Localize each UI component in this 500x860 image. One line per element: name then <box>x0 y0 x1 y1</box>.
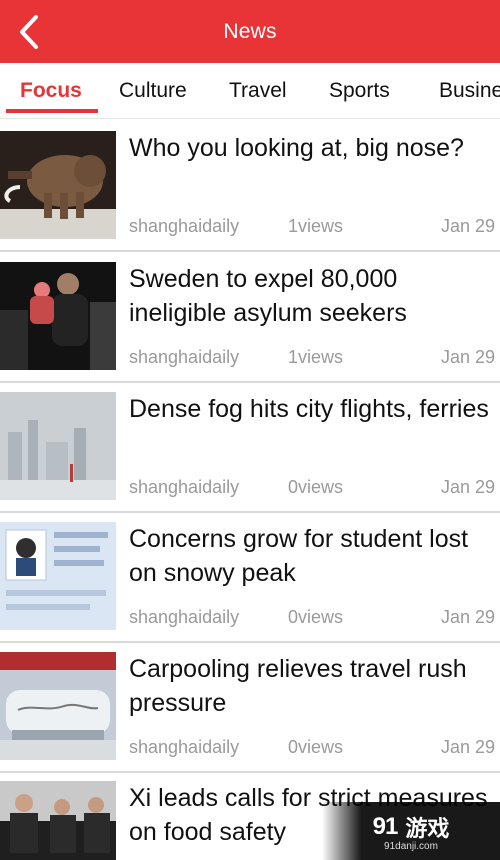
article-headline[interactable]: Concerns grow for student lost on snowy … <box>129 522 497 590</box>
article-meta: shanghaidaily 1views Jan 29 <box>129 347 495 369</box>
snowy-car-photo <box>0 652 116 760</box>
article-headline[interactable]: Dense fog hits city flights, ferries <box>129 392 497 426</box>
list-item[interactable]: Dense fog hits city flights, ferries sha… <box>0 392 500 513</box>
article-headline[interactable]: Carpooling relieves travel rush pressure <box>129 652 497 720</box>
article-views: 1views <box>288 216 344 236</box>
mammoth-photo <box>0 131 116 239</box>
watermark-url: 91danji.com <box>384 840 438 852</box>
article-thumbnail <box>0 262 116 370</box>
watermark: 91 游戏 91danji.com <box>322 802 500 860</box>
tab-sports[interactable]: Sports <box>329 63 390 118</box>
article-views: 0views <box>288 477 344 497</box>
active-tab-indicator <box>6 109 98 113</box>
article-source: shanghaidaily <box>129 477 240 497</box>
watermark-number: 91 <box>372 812 399 840</box>
article-thumbnail <box>0 652 116 760</box>
tab-travel[interactable]: Travel <box>229 63 287 118</box>
article-source: shanghaidaily <box>129 347 240 367</box>
list-item[interactable]: Who you looking at, big nose? shanghaida… <box>0 131 500 252</box>
article-headline[interactable]: Sweden to expel 80,000 ineligible asylum… <box>129 262 497 330</box>
article-meta: shanghaidaily 1views Jan 29 <box>129 216 495 238</box>
article-meta: shanghaidaily 0views Jan 29 <box>129 737 495 759</box>
tab-business[interactable]: Busine <box>439 63 500 118</box>
article-date: Jan 29 <box>440 737 495 757</box>
divider <box>0 381 500 383</box>
article-views: 0views <box>288 737 344 757</box>
article-date: Jan 29 <box>440 216 495 236</box>
article-date: Jan 29 <box>440 477 495 497</box>
divider <box>0 641 500 643</box>
article-meta: shanghaidaily 0views Jan 29 <box>129 477 495 499</box>
article-source: shanghaidaily <box>129 737 240 757</box>
article-thumbnail <box>0 131 116 239</box>
article-thumbnail <box>0 522 116 630</box>
meeting-photo <box>0 781 116 860</box>
article-date: Jan 29 <box>440 347 495 367</box>
student-id-photo <box>0 522 116 630</box>
foggy-city-photo <box>0 392 116 500</box>
article-views: 1views <box>288 347 344 367</box>
watermark-text: 游戏 <box>405 815 450 841</box>
page-title: News <box>223 19 277 43</box>
watermark-brand: 91 游戏 <box>373 811 450 843</box>
divider <box>0 771 500 773</box>
article-date: Jan 29 <box>440 607 495 627</box>
article-views: 0views <box>288 607 344 627</box>
app-header: News <box>0 0 500 63</box>
list-item[interactable]: Carpooling relieves travel rush pressure… <box>0 652 500 773</box>
article-thumbnail <box>0 392 116 500</box>
article-source: shanghaidaily <box>129 607 240 627</box>
article-headline[interactable]: Who you looking at, big nose? <box>129 131 497 165</box>
category-tabs: Focus Culture Travel Sports Busine <box>0 63 500 119</box>
article-meta: shanghaidaily 0views Jan 29 <box>129 607 495 629</box>
refugees-photo <box>0 262 116 370</box>
list-item[interactable]: Concerns grow for student lost on snowy … <box>0 522 500 643</box>
tab-culture[interactable]: Culture <box>119 63 187 118</box>
article-thumbnail <box>0 781 116 860</box>
article-source: shanghaidaily <box>129 216 240 236</box>
list-item[interactable]: Sweden to expel 80,000 ineligible asylum… <box>0 262 500 383</box>
divider <box>0 511 500 513</box>
divider <box>0 250 500 252</box>
